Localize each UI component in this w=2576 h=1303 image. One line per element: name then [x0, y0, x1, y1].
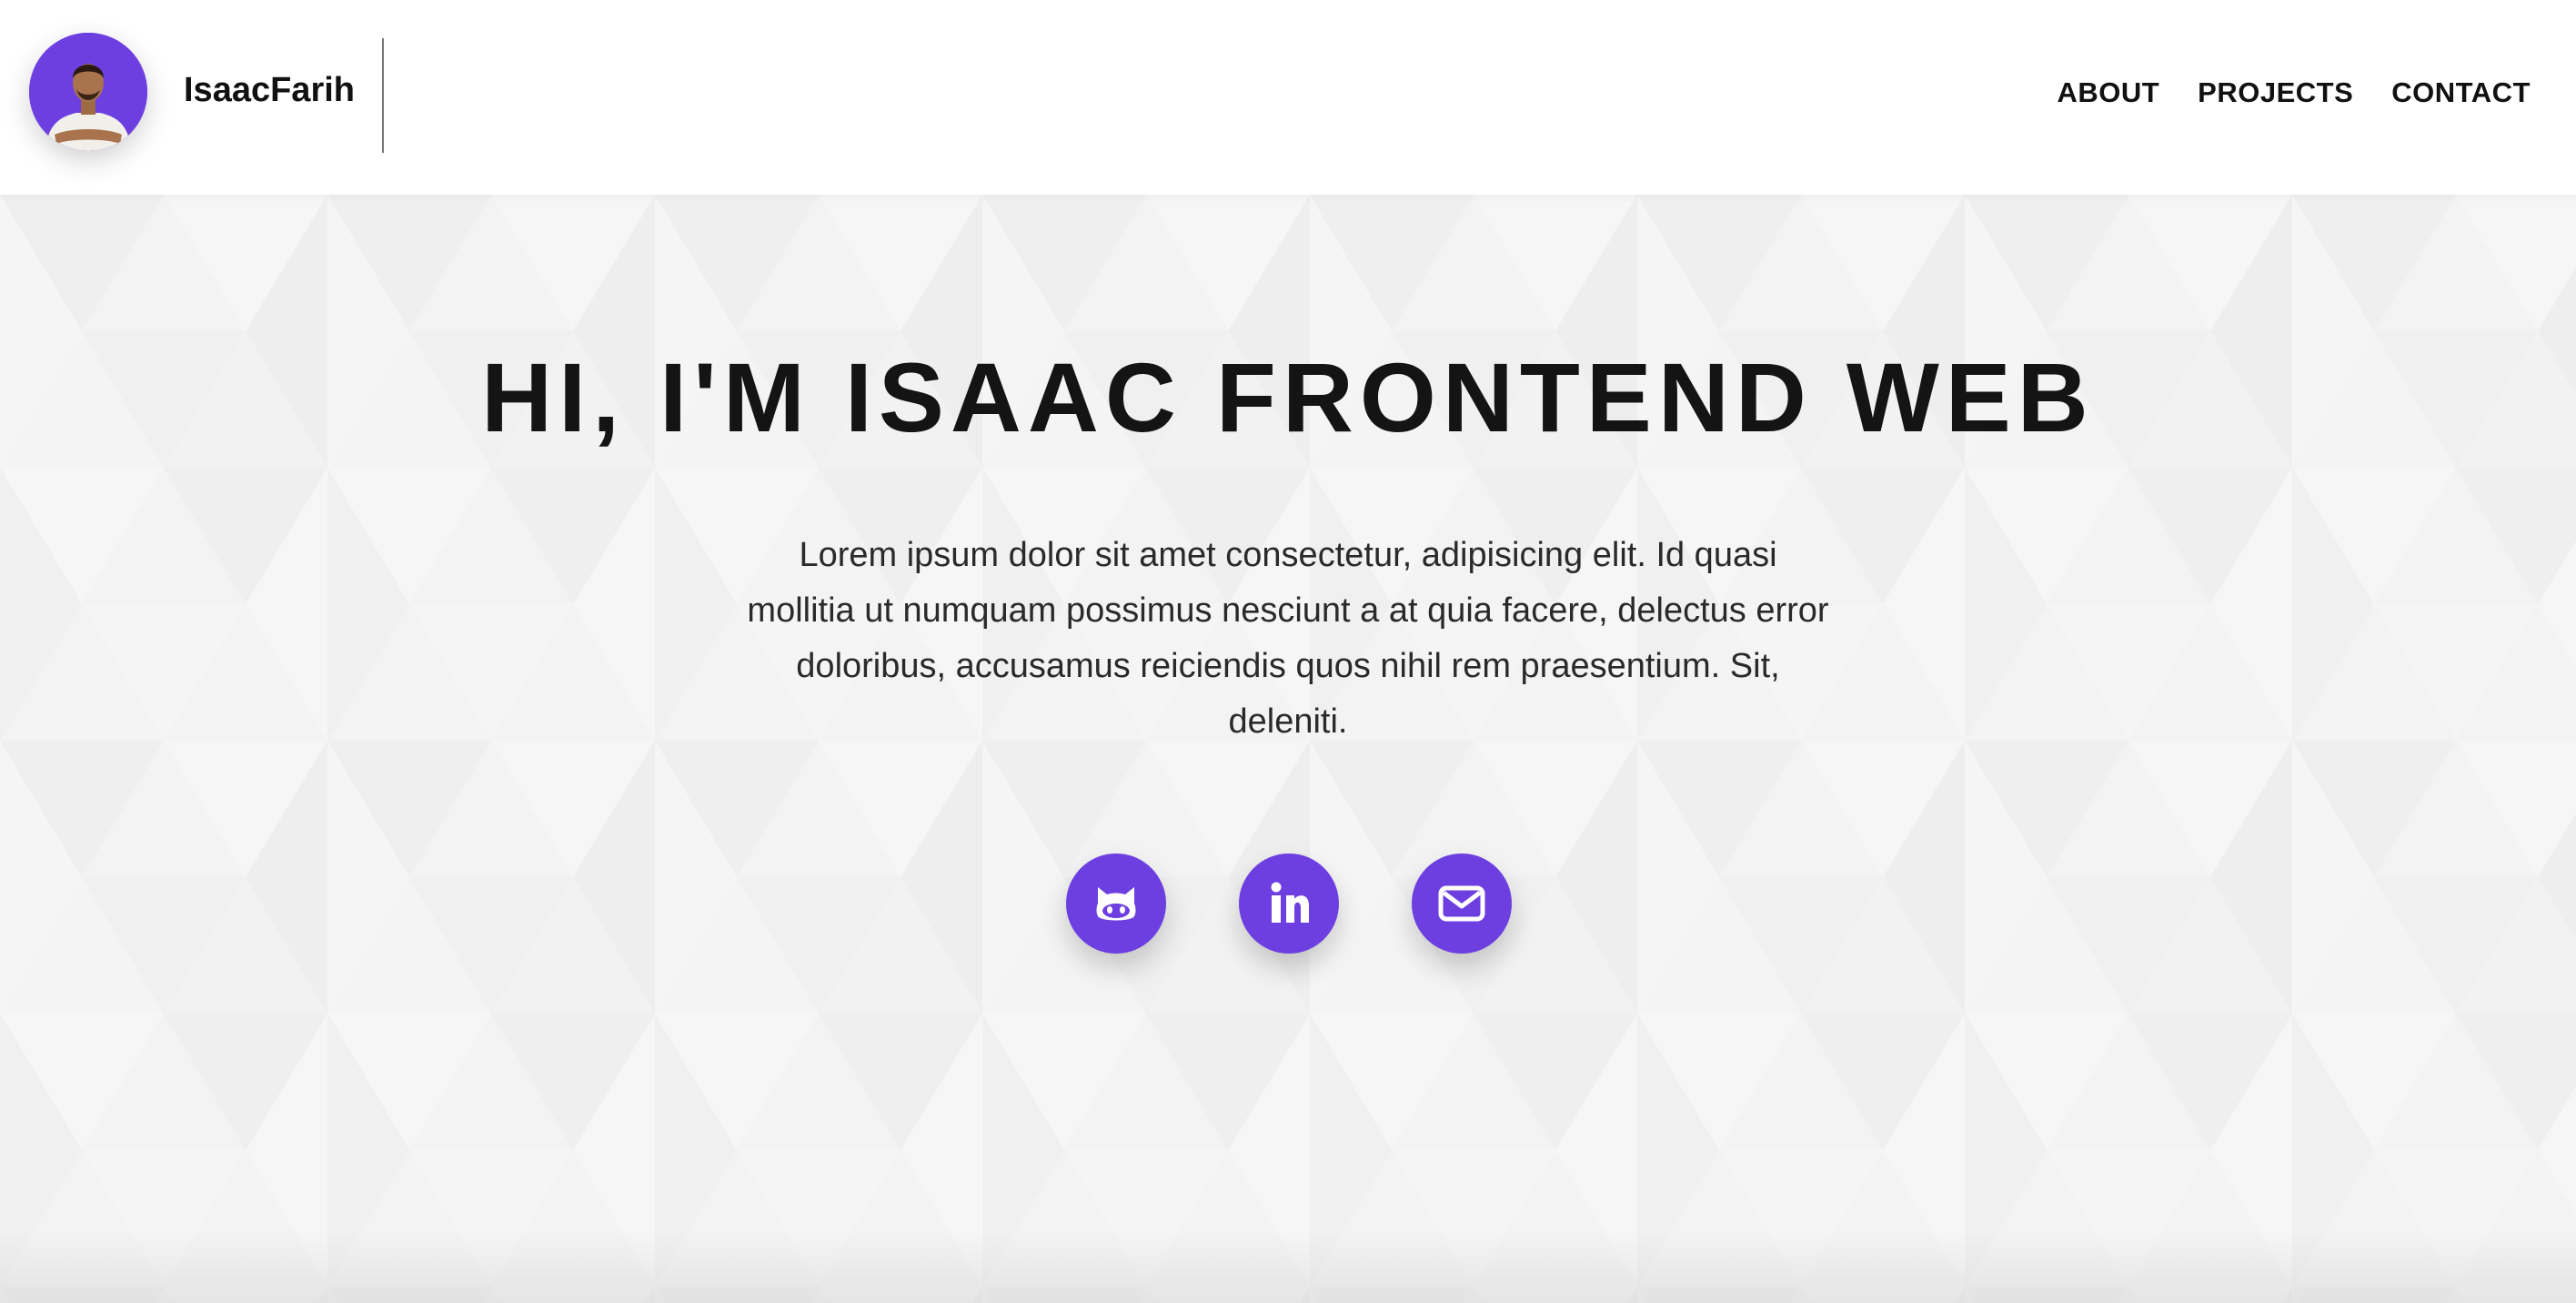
bottom-shadow: [0, 1230, 2576, 1303]
nav-about[interactable]: ABOUT: [2057, 76, 2159, 109]
linkedin-button[interactable]: [1239, 854, 1339, 954]
header-divider: [382, 38, 384, 153]
nav-projects[interactable]: PROJECTS: [2198, 76, 2353, 109]
avatar[interactable]: [29, 33, 147, 151]
hero-description: Lorem ipsum dolor sit amet consectetur, …: [747, 536, 1829, 741]
brand-name[interactable]: IsaacFarih: [184, 71, 355, 110]
github-button[interactable]: [1066, 854, 1166, 954]
hero-title: HI, I'M ISAAC FRONTEND WEB: [481, 342, 2095, 452]
linkedin-icon: [1271, 882, 1309, 923]
profile-photo: [29, 33, 147, 151]
github-icon: [1096, 887, 1136, 921]
nav-contact[interactable]: CONTACT: [2391, 76, 2531, 109]
hero-section: HI, I'M ISAAC FRONTEND WEB Lorem ipsum d…: [0, 195, 2576, 1303]
email-button[interactable]: [1412, 854, 1512, 954]
main-nav: ABOUT PROJECTS CONTACT: [2057, 76, 2531, 109]
email-icon: [1438, 885, 1485, 922]
site-header: IsaacFarih ABOUT PROJECTS CONTACT: [0, 0, 2576, 195]
